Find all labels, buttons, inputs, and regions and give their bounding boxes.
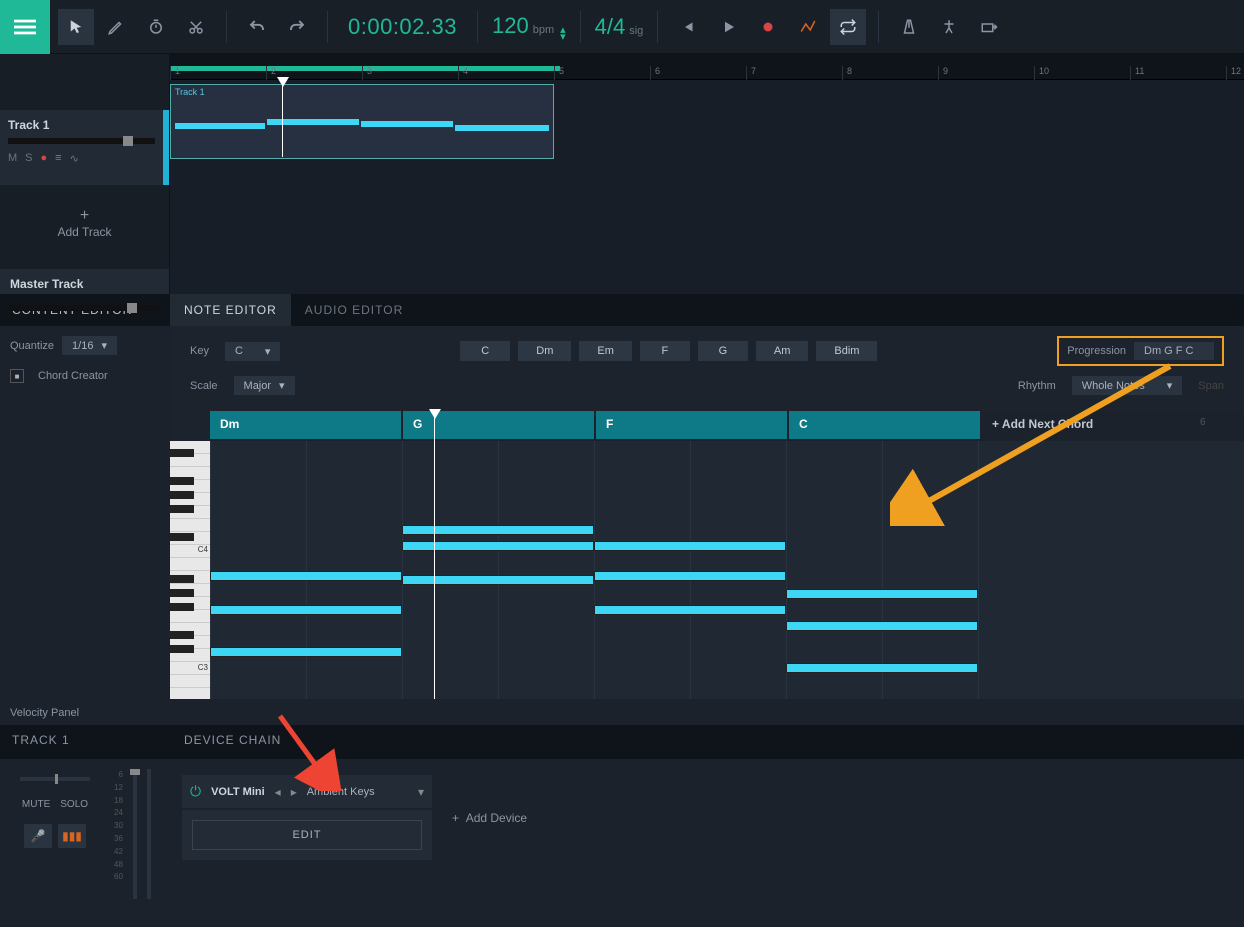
midi-note[interactable] [786, 589, 978, 599]
metronome-button[interactable] [891, 9, 927, 45]
track-instrument-icon[interactable]: ≡ [55, 152, 61, 165]
timecode-display[interactable]: 0:00:02.33 [332, 14, 473, 40]
chord-track[interactable]: Dm G F C + Add Next Chord 6 [210, 411, 1244, 441]
track-header[interactable]: Track 1 M S ● ≡ ∿ [0, 110, 169, 185]
undo-button[interactable] [239, 9, 275, 45]
chord-c[interactable]: C [460, 341, 510, 361]
device-power-icon[interactable]: ⏻ [190, 783, 201, 800]
chord-bdim[interactable]: Bdim [816, 341, 877, 361]
play-button[interactable] [710, 9, 746, 45]
timeline-ruler[interactable]: 1 2 3 4 5 6 7 8 9 10 11 12 [170, 66, 1244, 80]
device-edit-button[interactable]: EDIT [192, 820, 422, 850]
chord-block-dm[interactable]: Dm [210, 411, 402, 439]
midi-note[interactable] [210, 571, 402, 581]
solo-button[interactable]: SOLO [60, 799, 88, 810]
midi-note[interactable] [402, 575, 594, 585]
chord-creator-label: Chord Creator [38, 370, 108, 382]
quantize-dropdown[interactable]: 1/16▾ [62, 336, 117, 355]
add-next-chord[interactable]: + Add Next Chord [982, 411, 1103, 437]
tempo-control[interactable]: 120 bpm ▴▾ [482, 13, 576, 40]
track-mute[interactable]: M [8, 152, 17, 165]
chevron-down-icon: ▾ [101, 339, 107, 352]
automation-button[interactable] [790, 9, 826, 45]
redo-button[interactable] [279, 9, 315, 45]
rewind-button[interactable] [670, 9, 706, 45]
preset-prev-icon[interactable]: ◂ [275, 785, 281, 799]
export-button[interactable] [971, 9, 1007, 45]
track-record-arm-icon[interactable]: ● [41, 152, 48, 165]
chord-g[interactable]: G [698, 341, 748, 361]
tuning-button[interactable] [931, 9, 967, 45]
add-track-button[interactable]: + Add Track [0, 187, 169, 259]
menu-button[interactable] [0, 0, 50, 54]
record-arm-icon[interactable]: 🎤 [24, 824, 52, 848]
timer-tool[interactable] [138, 9, 174, 45]
quantize-label: Quantize [10, 340, 54, 352]
progression-input[interactable]: Dm G F C [1134, 342, 1214, 360]
add-device-button[interactable]: + Add Device [452, 811, 527, 825]
loop-button[interactable] [830, 9, 866, 45]
track-volume-slider[interactable] [8, 138, 155, 144]
tempo-spinner[interactable]: ▴▾ [560, 27, 566, 40]
midi-note[interactable] [594, 605, 786, 615]
midi-note[interactable] [210, 647, 402, 657]
cut-tool[interactable] [178, 9, 214, 45]
mute-button[interactable]: MUTE [22, 799, 50, 810]
track-automation-icon[interactable]: ∿ [70, 152, 79, 165]
preset-next-icon[interactable]: ▸ [291, 785, 297, 799]
piano-roll-grid[interactable] [210, 441, 1244, 699]
chord-block-f[interactable]: F [596, 411, 788, 439]
piano-keyboard[interactable]: C4 C3 [170, 441, 210, 699]
velocity-panel-label: Velocity Panel [0, 699, 170, 725]
instrument-icon[interactable]: ▮▮▮ [58, 824, 86, 848]
midi-clip[interactable]: Track 1 [170, 84, 554, 159]
plus-icon: + [452, 811, 459, 825]
scale-dropdown[interactable]: Major▾ [234, 376, 295, 395]
pan-slider[interactable] [20, 777, 90, 781]
midi-note[interactable] [594, 541, 786, 551]
playhead[interactable] [282, 79, 283, 157]
device-chain-label: DEVICE CHAIN [170, 725, 295, 759]
chord-dm[interactable]: Dm [518, 341, 571, 361]
record-button[interactable] [750, 9, 786, 45]
progression-box: Progression Dm G F C [1057, 336, 1224, 366]
pencil-tool[interactable] [98, 9, 134, 45]
chevron-down-icon[interactable]: ▾ [418, 785, 424, 799]
chord-block-c[interactable]: C [789, 411, 981, 439]
roll-playhead[interactable] [434, 411, 435, 699]
device-box[interactable]: ⏻ VOLT Mini ◂ ▸ Ambient Keys ▾ EDIT [182, 775, 432, 860]
chevron-down-icon: ▾ [279, 379, 285, 392]
chevron-down-icon: ▾ [265, 345, 271, 358]
midi-note[interactable] [594, 571, 786, 581]
plus-icon: + [0, 207, 169, 225]
bottom-track-label: TRACK 1 [0, 725, 170, 759]
chord-em[interactable]: Em [579, 341, 632, 361]
pointer-tool[interactable] [58, 9, 94, 45]
timesig-control[interactable]: 4/4 sig [585, 14, 654, 40]
midi-note[interactable] [786, 621, 978, 631]
midi-note[interactable] [402, 541, 594, 551]
key-dropdown[interactable]: C▾ [225, 342, 280, 361]
midi-note[interactable] [786, 663, 978, 673]
track-solo[interactable]: S [25, 152, 32, 165]
rhythm-dropdown[interactable]: Whole Notes▾ [1072, 376, 1183, 395]
chord-am[interactable]: Am [756, 341, 809, 361]
tab-audio-editor[interactable]: AUDIO EDITOR [291, 294, 417, 326]
midi-note[interactable] [402, 525, 594, 535]
volume-fader[interactable] [133, 769, 137, 899]
chord-f[interactable]: F [640, 341, 690, 361]
chevron-down-icon: ▾ [1167, 379, 1173, 392]
chord-creator-checkbox[interactable] [10, 369, 24, 383]
midi-note[interactable] [210, 605, 402, 615]
tab-note-editor[interactable]: NOTE EDITOR [170, 294, 291, 326]
